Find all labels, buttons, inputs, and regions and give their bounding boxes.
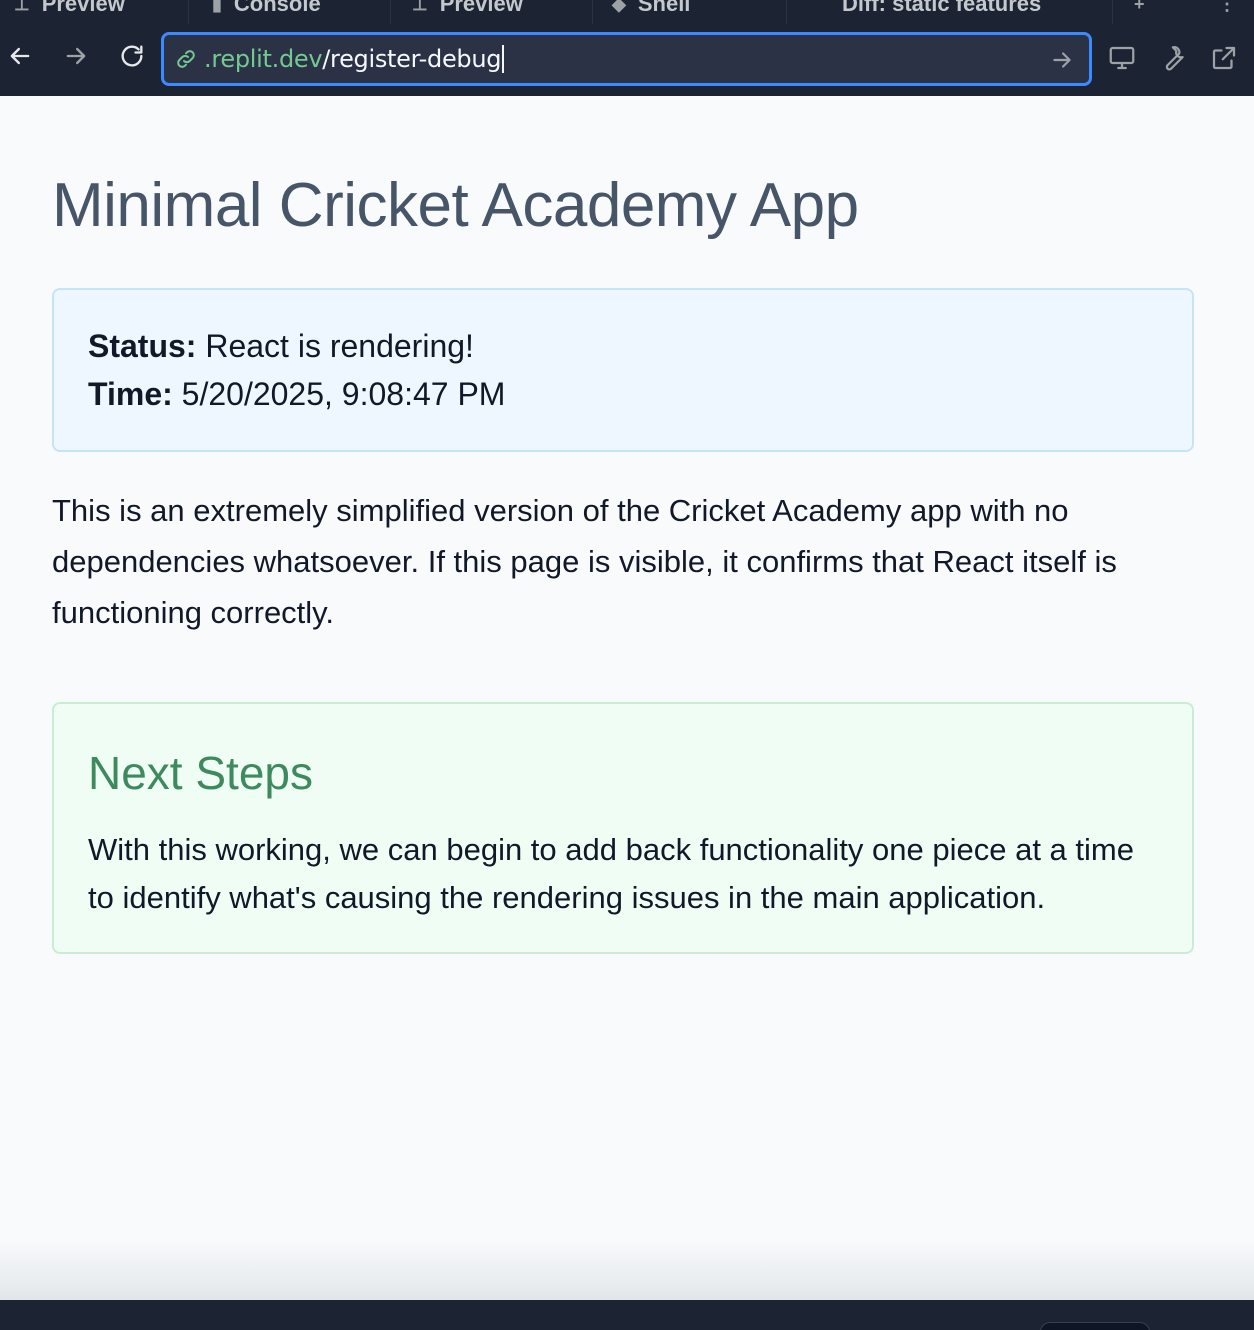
- tab-strip: ⊥ Preview ▮ Console ⊥ Preview ◆ Shell Di…: [0, 0, 1254, 24]
- tab-label: Console: [233, 0, 321, 16]
- time-value: 5/20/2025, 9:08:47 PM: [181, 376, 506, 412]
- devtools-wrench-icon: [1165, 46, 1184, 71]
- tab-preview-2[interactable]: ⊥ Preview: [412, 0, 523, 22]
- tab-divider: [1112, 0, 1113, 24]
- preview-icon: ⊥: [14, 0, 30, 14]
- plus-icon: +: [1134, 0, 1145, 14]
- next-steps-heading: Next Steps: [88, 747, 313, 799]
- time-label: Time:: [88, 376, 173, 412]
- forward-arrow-icon: [66, 47, 86, 65]
- tab-label: Diff: static features: [842, 0, 1042, 16]
- bottom-pill: [1040, 1322, 1150, 1330]
- reload-icon: [121, 45, 143, 67]
- status-value: React is rendering!: [205, 328, 474, 364]
- reload-button[interactable]: [112, 36, 152, 76]
- tab-console[interactable]: ▮ Console: [212, 0, 321, 22]
- tab-divider: [786, 0, 787, 24]
- bottom-shadow: [0, 1240, 1254, 1300]
- browser-toolbar: .replit.dev/register-debug: [0, 24, 1254, 96]
- back-button[interactable]: [0, 36, 40, 76]
- address-bar[interactable]: .replit.dev/register-debug: [161, 32, 1092, 86]
- devices-icon: [1109, 46, 1135, 70]
- intro-paragraph: This is an extremely simplified version …: [52, 493, 1117, 630]
- tab-diff[interactable]: Diff: static features: [842, 0, 1041, 22]
- status-panel: Status: React is rendering! Time: 5/20/2…: [52, 288, 1194, 452]
- text-caret: [502, 45, 505, 73]
- preview-icon: ⊥: [412, 0, 428, 14]
- tab-divider: [390, 0, 391, 24]
- url-path: /register-debug: [322, 45, 502, 73]
- go-arrow-icon[interactable]: [1049, 47, 1075, 73]
- url-host: .replit.dev: [204, 45, 323, 73]
- console-icon: ▮: [212, 0, 222, 14]
- open-new-tab-button[interactable]: [1206, 40, 1242, 76]
- open-new-tab-icon: [1212, 46, 1236, 70]
- tab-divider: [188, 0, 189, 24]
- next-steps-text: With this working, we can begin to add b…: [88, 832, 1134, 915]
- shell-icon: ◆: [612, 0, 626, 14]
- time-row: Time: 5/20/2025, 9:08:47 PM: [88, 376, 505, 413]
- tab-label: Preview: [41, 0, 125, 16]
- page-title: Minimal Cricket Academy App: [52, 171, 859, 240]
- devices-button[interactable]: [1104, 40, 1140, 76]
- tab-label: Shell: [637, 0, 691, 16]
- tab-label: Preview: [439, 0, 523, 16]
- back-arrow-icon: [10, 47, 30, 65]
- next-steps-panel: Next Steps With this working, we can beg…: [52, 702, 1194, 954]
- tab-divider: [592, 0, 593, 24]
- tab-menu-button[interactable]: ⋮: [1218, 0, 1236, 22]
- tab-preview[interactable]: ⊥ Preview: [14, 0, 125, 22]
- status-label: Status:: [88, 328, 197, 364]
- new-tab-button[interactable]: +: [1134, 0, 1145, 22]
- status-row: Status: React is rendering!: [88, 328, 474, 365]
- devtools-button[interactable]: [1155, 40, 1191, 76]
- forward-button[interactable]: [56, 36, 96, 76]
- link-icon: [177, 50, 195, 68]
- more-icon: ⋮: [1218, 0, 1236, 14]
- tab-shell[interactable]: ◆ Shell: [612, 0, 690, 22]
